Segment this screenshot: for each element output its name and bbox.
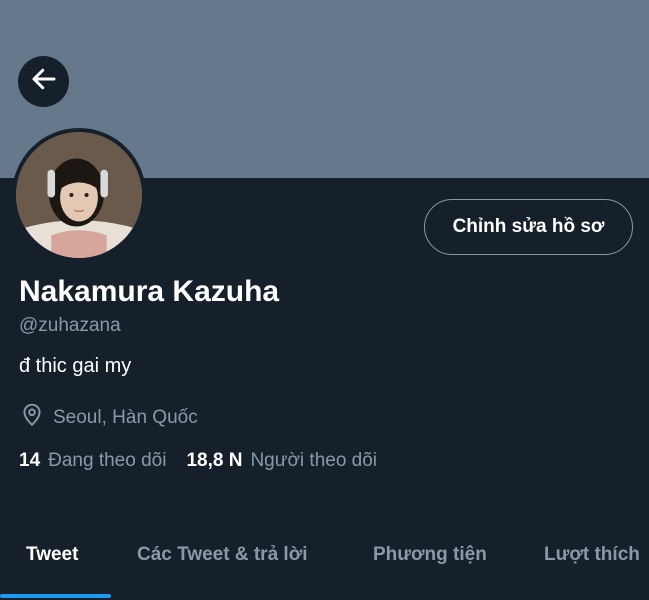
back-button[interactable] (18, 56, 69, 107)
profile-location: Seoul, Hàn Quốc (19, 402, 198, 434)
profile-tabs: Tweet Các Tweet & trả lời Phương tiện Lư… (0, 528, 649, 600)
profile-bio: đ thic gai my (19, 355, 132, 377)
location-text: Seoul, Hàn Quốc (53, 407, 198, 428)
tab-likes[interactable]: Lượt thích (544, 544, 640, 566)
map-pin-icon (19, 402, 45, 434)
following-count[interactable]: 14 (19, 450, 40, 472)
user-handle: @zuhazana (19, 315, 121, 336)
edit-profile-button[interactable]: Chỉnh sửa hồ sơ (424, 199, 633, 255)
avatar-photo (16, 132, 142, 258)
display-name: Nakamura Kazuha (19, 275, 280, 308)
followers-count[interactable]: 18,8 N (186, 450, 242, 472)
following-label[interactable]: Đang theo dõi (48, 450, 166, 472)
arrow-left-icon (29, 64, 59, 99)
avatar[interactable] (12, 128, 146, 262)
follow-stats: 14 Đang theo dõi 18,8 N Người theo dõi (19, 450, 397, 472)
tab-tweets-and-replies[interactable]: Các Tweet & trả lời (137, 544, 307, 566)
active-tab-indicator (0, 594, 111, 598)
profile-page: Chỉnh sửa hồ sơ Nakamura Kazuha @zuhazan… (0, 0, 649, 600)
tab-tweet[interactable]: Tweet (26, 544, 78, 566)
tab-media[interactable]: Phương tiện (373, 544, 487, 566)
followers-label[interactable]: Người theo dõi (250, 450, 377, 472)
